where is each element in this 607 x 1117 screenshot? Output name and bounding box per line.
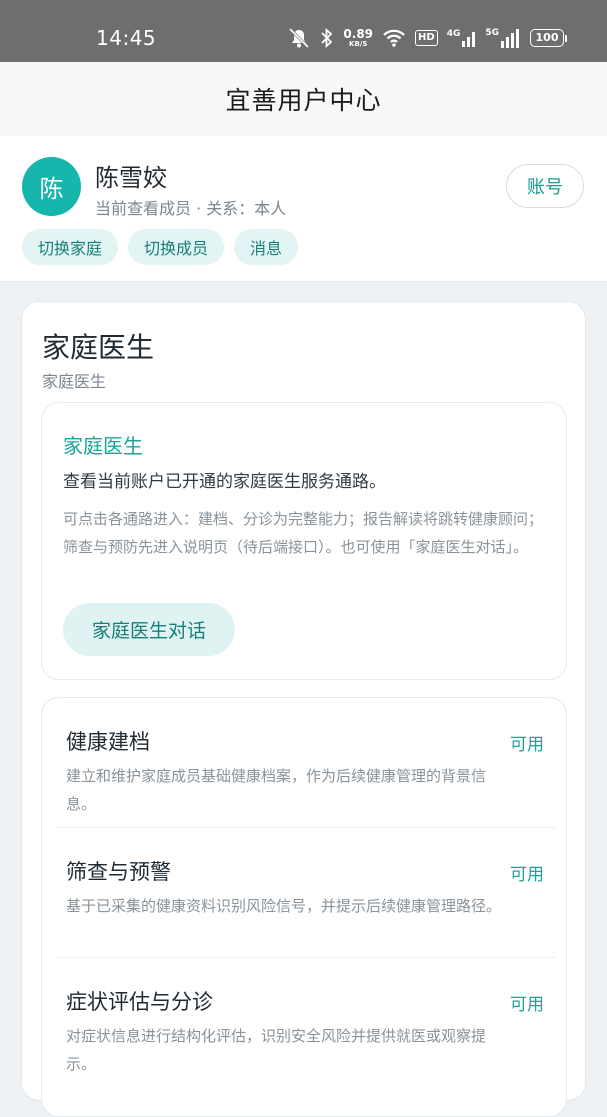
service-name: 筛查与预警 xyxy=(66,860,171,884)
signal-4g-icon: 4G xyxy=(447,29,477,47)
status-icons: 0.89 KB/S HD 4G 5G 100 xyxy=(287,24,567,52)
switch-member-chip[interactable]: 切换成员 xyxy=(128,229,225,265)
service-status: 可用 xyxy=(510,995,544,1015)
title-bar: 宜善用户中心 xyxy=(0,62,607,136)
service-name: 健康建档 xyxy=(66,730,150,754)
profile-header: 陈 陈雪姣 当前查看成员 · 关系：本人 账号 切换家庭 切换成员 消息 xyxy=(0,136,607,282)
status-time: 14:45 xyxy=(96,26,157,50)
intro-title: 家庭医生 xyxy=(63,434,143,458)
hd-badge: HD xyxy=(415,30,438,46)
section-title: 家庭医生 xyxy=(42,331,155,364)
service-description: 建立和维护家庭成员基础健康档案，作为后续健康管理的背景信息。 xyxy=(66,767,487,813)
battery-icon: 100 xyxy=(530,29,567,47)
service-name: 症状评估与分诊 xyxy=(66,990,213,1014)
avatar: 陈 xyxy=(22,157,81,216)
intro-note: 可点击各通路进入：建档、分诊为完整能力；报告解读将跳转健康顾问；筛查与预防先进入… xyxy=(63,510,544,556)
service-list: 健康建档 可用 建立和维护家庭成员基础健康档案，作为后续健康管理的背景信息。 筛… xyxy=(41,697,567,1117)
network-speed: 0.89 KB/S xyxy=(343,27,374,48)
messages-chip[interactable]: 消息 xyxy=(234,229,299,265)
profile-actions: 切换家庭 切换成员 消息 xyxy=(22,229,299,265)
service-status: 可用 xyxy=(510,865,544,885)
service-description: 对症状信息进行结构化评估，识别安全风险并提供就医或观察提示。 xyxy=(66,1027,487,1073)
wifi-icon xyxy=(382,28,406,48)
intro-panel: 家庭医生 查看当前账户已开通的家庭医生服务通路。 可点击各通路进入：建档、分诊为… xyxy=(41,402,567,680)
service-item-health-record[interactable]: 健康建档 可用 建立和维护家庭成员基础健康档案，作为后续健康管理的背景信息。 xyxy=(42,698,566,828)
signal-5g-icon: 5G xyxy=(485,28,521,48)
page-title: 宜善用户中心 xyxy=(225,86,382,115)
member-relation: 当前查看成员 · 关系：本人 xyxy=(95,199,287,218)
member-name: 陈雪姣 xyxy=(95,164,167,192)
account-button[interactable]: 账号 xyxy=(506,164,584,208)
family-doctor-chat-button[interactable]: 家庭医生对话 xyxy=(63,603,235,656)
service-item-screening[interactable]: 筛查与预警 可用 基于已采集的健康资料识别风险信号，并提示后续健康管理路径。 xyxy=(42,828,566,958)
bluetooth-icon xyxy=(320,27,334,49)
intro-description: 查看当前账户已开通的家庭医生服务通路。 xyxy=(63,472,386,492)
family-doctor-card: 家庭医生 家庭医生 家庭医生 查看当前账户已开通的家庭医生服务通路。 可点击各通… xyxy=(21,301,586,1117)
service-item-triage[interactable]: 症状评估与分诊 可用 对症状信息进行结构化评估，识别安全风险并提供就医或观察提示… xyxy=(42,958,566,1088)
status-bar: 14:45 0.89 KB/S HD 4G 5G 100 xyxy=(0,0,607,62)
service-description: 基于已采集的健康资料识别风险信号，并提示后续健康管理路径。 xyxy=(66,897,502,915)
switch-family-chip[interactable]: 切换家庭 xyxy=(22,229,119,265)
service-status: 可用 xyxy=(510,735,544,755)
mute-icon xyxy=(287,27,311,49)
section-subtitle: 家庭医生 xyxy=(42,372,107,391)
